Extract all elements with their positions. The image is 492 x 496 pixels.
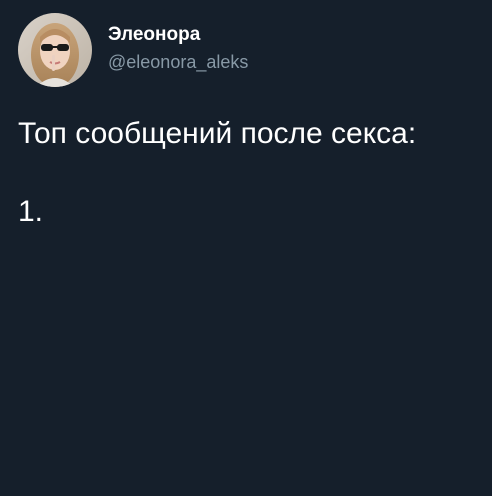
avatar[interactable] (18, 13, 92, 87)
user-handle[interactable]: @eleonora_aleks (108, 50, 248, 74)
author-names: Элеонора @eleonora_aleks (108, 23, 248, 74)
tweet-text-line: Топ сообщений после секса: (18, 117, 417, 150)
tweet-author: Элеонора @eleonora_aleks (18, 13, 248, 87)
tweet-text-line: 1. (18, 195, 44, 228)
display-name[interactable]: Элеонора (108, 23, 248, 47)
tweet-card: Элеонора @eleonora_aleks Топ сообщений п… (0, 0, 492, 496)
tweet-text: Топ сообщений после секса: 1. (18, 116, 478, 230)
profile-photo-avatar-icon (18, 13, 92, 87)
